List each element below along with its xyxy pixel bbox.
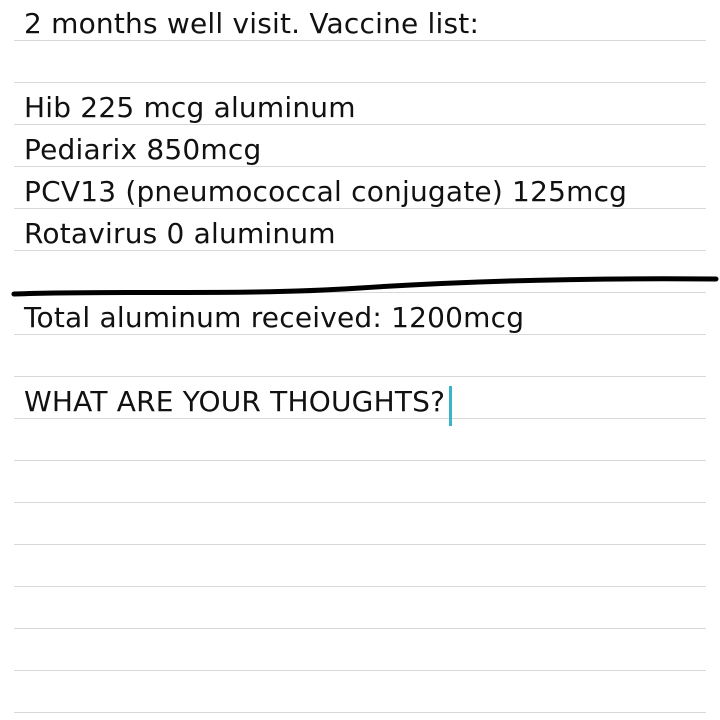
- ruled-line: [14, 544, 706, 545]
- notepad-canvas[interactable]: 2 months well visit. Vaccine list: Hib 2…: [0, 0, 720, 720]
- ruled-line: [14, 586, 706, 587]
- vaccine-line-rotavirus: Rotavirus 0 aluminum: [24, 217, 336, 250]
- vaccine-line-pcv13: PCV13 (pneumococcal conjugate) 125mcg: [24, 175, 628, 208]
- divider-stroke: [11, 276, 719, 297]
- ruled-line: [14, 628, 706, 629]
- text-cursor: [449, 386, 453, 426]
- ruled-line: [14, 712, 706, 713]
- vaccine-line-pediarix: Pediarix 850mcg: [24, 133, 262, 166]
- ruled-line: [14, 670, 706, 671]
- vaccine-line-hib: Hib 225 mcg aluminum: [24, 91, 356, 124]
- handdrawn-divider: [11, 276, 719, 297]
- question-line: WHAT ARE YOUR THOUGHTS?: [24, 385, 446, 418]
- ruled-line: [14, 460, 706, 461]
- ruled-line: [14, 376, 706, 377]
- note-title-line: 2 months well visit. Vaccine list:: [24, 7, 480, 40]
- ruled-line: [14, 82, 706, 83]
- ruled-line: [14, 502, 706, 503]
